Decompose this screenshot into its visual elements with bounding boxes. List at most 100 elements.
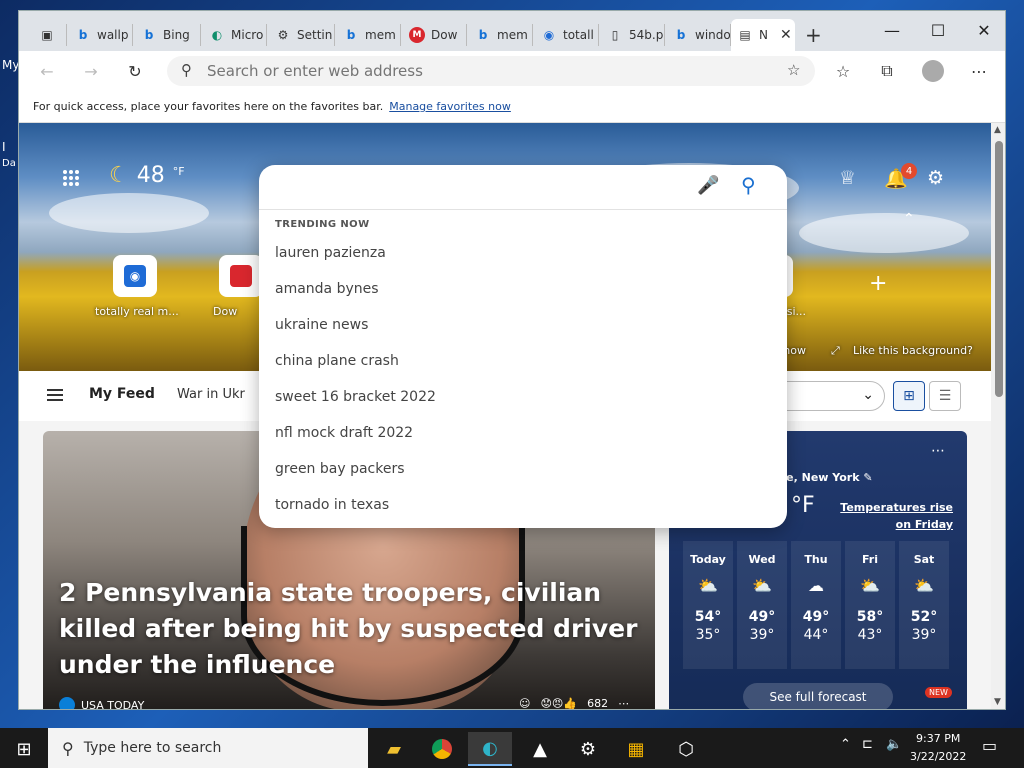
article-reactions[interactable]: ☺ 😟😠👍 682 ⋯: [519, 697, 629, 709]
minimize-icon: —: [884, 20, 900, 40]
close-window-button[interactable]: ✕: [961, 17, 1005, 43]
back-button[interactable]: ←: [33, 59, 61, 83]
tab-document[interactable]: ▯ 54b.p: [601, 24, 665, 46]
add-reaction-icon[interactable]: ☺: [519, 697, 530, 709]
taskbar-clock[interactable]: 9:37 PM 3/22/2022: [910, 730, 966, 766]
forecast-day[interactable]: Wed ⛅ 49° 39°: [737, 541, 787, 669]
favorites-message: For quick access, place your favorites h…: [33, 100, 384, 113]
manage-favorites-link[interactable]: Manage favorites now: [389, 100, 511, 113]
weather-widget[interactable]: ☾ 48 °F: [109, 163, 185, 188]
forecast-day[interactable]: Sat ⛅ 52° 39°: [899, 541, 949, 669]
suggestion-item[interactable]: amanda bynes: [259, 271, 787, 307]
chevron-down-icon: ⌄: [862, 387, 874, 403]
tab-windows[interactable]: b windo: [667, 24, 731, 46]
forecast-day[interactable]: Thu ☁ 49° 44°: [791, 541, 841, 669]
see-full-forecast-button[interactable]: See full forecast: [743, 683, 893, 709]
suggestion-item[interactable]: sweet 16 bracket 2022: [259, 379, 787, 415]
profile-button[interactable]: [919, 59, 947, 83]
scroll-down-icon[interactable]: ▼: [994, 697, 1001, 707]
3d-viewer-icon[interactable]: ⬡: [664, 732, 708, 766]
forward-button[interactable]: →: [77, 59, 105, 83]
add-quick-link-icon[interactable]: +: [869, 271, 887, 296]
tab-download[interactable]: M Dow: [403, 24, 467, 46]
gear-icon[interactable]: ⚙: [927, 167, 944, 189]
collections-icon: ⧉: [881, 61, 893, 80]
refresh-icon: ↻: [128, 61, 142, 81]
photos-icon[interactable]: ▲: [518, 732, 562, 766]
chevron-up-icon[interactable]: ⌃: [903, 211, 915, 227]
scrollbar-thumb[interactable]: [995, 141, 1003, 397]
add-favorite-icon[interactable]: ☆: [787, 61, 800, 79]
edge-icon[interactable]: ◐: [468, 732, 512, 766]
suggestion-item[interactable]: nfl mock draft 2022: [259, 415, 787, 451]
chrome-icon[interactable]: [420, 732, 464, 766]
more-icon[interactable]: ⋯: [931, 443, 945, 459]
search-input[interactable]: 🎤 ⚲: [259, 165, 787, 210]
address-bar[interactable]: ⚲ ☆: [167, 56, 815, 86]
scroll-up-icon[interactable]: ▲: [994, 125, 1001, 135]
clock-time: 9:37 PM: [916, 732, 961, 745]
close-icon[interactable]: ✕: [780, 27, 792, 43]
refresh-button[interactable]: ↻: [121, 59, 149, 83]
search-icon: ⚲: [62, 738, 74, 758]
collections-button[interactable]: ⧉: [873, 59, 901, 83]
settings-menu-button[interactable]: ⋯: [965, 59, 993, 83]
tab-settings[interactable]: ⚙ Settin: [269, 24, 335, 46]
favorites-button[interactable]: ☆: [829, 59, 857, 83]
suggestion-item[interactable]: ukraine news: [259, 307, 787, 343]
rewards-icon[interactable]: ♕: [839, 167, 856, 189]
new-tab-button[interactable]: +: [799, 24, 829, 46]
address-input[interactable]: [207, 62, 767, 80]
tab-actions-button[interactable]: ▣: [33, 24, 67, 46]
article-headline[interactable]: 2 Pennsylvania state troopers, civilian …: [59, 575, 639, 683]
volume-icon[interactable]: 🔈: [886, 737, 902, 752]
bing-icon: b: [676, 28, 686, 42]
file-explorer-icon[interactable]: ▰: [372, 732, 416, 766]
network-icon[interactable]: ⊏: [862, 737, 873, 752]
quick-link-download[interactable]: [219, 255, 263, 297]
taskbar-search[interactable]: ⚲ Type here to search: [48, 728, 368, 768]
tab-wallpaper[interactable]: b wallp: [69, 24, 133, 46]
forecast-day[interactable]: Today ⛅ 54° 35°: [683, 541, 733, 669]
article-source[interactable]: USA TODAY: [59, 697, 144, 709]
tab-new-tab[interactable]: ▤ N ✕: [731, 19, 795, 51]
microphone-icon[interactable]: 🎤: [697, 175, 719, 196]
more-icon[interactable]: ⋯: [618, 697, 629, 709]
suggestion-item[interactable]: green bay packers: [259, 451, 787, 487]
tab-memes[interactable]: b mem: [337, 24, 401, 46]
scrollbar[interactable]: ▲ ▼: [991, 123, 1005, 709]
search-icon[interactable]: ⚲: [741, 173, 756, 197]
apps-icon[interactable]: [63, 170, 79, 186]
grid-view-button[interactable]: ⊞: [893, 381, 925, 411]
suggestion-item[interactable]: china plane crash: [259, 343, 787, 379]
tab-bing[interactable]: b Bing: [135, 24, 201, 46]
bing-icon: b: [346, 28, 356, 42]
expand-icon[interactable]: ⤢: [831, 344, 840, 358]
suggestion-item[interactable]: tornado in texas: [259, 487, 787, 523]
menu-icon[interactable]: [47, 389, 63, 401]
gear-icon[interactable]: ⚙: [566, 732, 610, 766]
search-suggestions-panel: 🎤 ⚲ TRENDING NOW lauren pazienza amanda …: [259, 165, 787, 528]
quick-link-totally[interactable]: ◉: [113, 255, 157, 297]
tab-microsoft[interactable]: ◐ Micro: [203, 24, 267, 46]
tab-my-feed[interactable]: My Feed: [89, 386, 155, 402]
notification-center-icon[interactable]: ▭: [982, 736, 997, 755]
minimize-button[interactable]: —: [869, 17, 915, 43]
start-button[interactable]: ⊞: [2, 732, 46, 766]
list-view-button[interactable]: ☰: [929, 381, 961, 411]
tab-war-in-ukraine[interactable]: War in Ukr: [177, 387, 245, 402]
like-background-link[interactable]: Like this background?: [853, 344, 973, 357]
maximize-icon: ☐: [930, 20, 946, 40]
desktop-label: My: [2, 58, 20, 72]
partly-cloudy-icon: ⛅: [698, 576, 718, 595]
chevron-up-icon[interactable]: ⌃: [840, 737, 851, 752]
tab-memes-2[interactable]: b mem: [469, 24, 533, 46]
store-icon[interactable]: ▦: [614, 732, 658, 766]
tab-totally[interactable]: ◉ totall: [535, 24, 599, 46]
forecast-day[interactable]: Fri ⛅ 58° 43°: [845, 541, 895, 669]
maximize-button[interactable]: ☐: [915, 17, 961, 43]
temperature-unit: °F: [172, 165, 185, 178]
suggestion-item[interactable]: lauren pazienza: [259, 235, 787, 271]
edit-icon: ✎: [863, 471, 873, 484]
weather-note[interactable]: Temperatures rise on Friday: [831, 499, 953, 533]
